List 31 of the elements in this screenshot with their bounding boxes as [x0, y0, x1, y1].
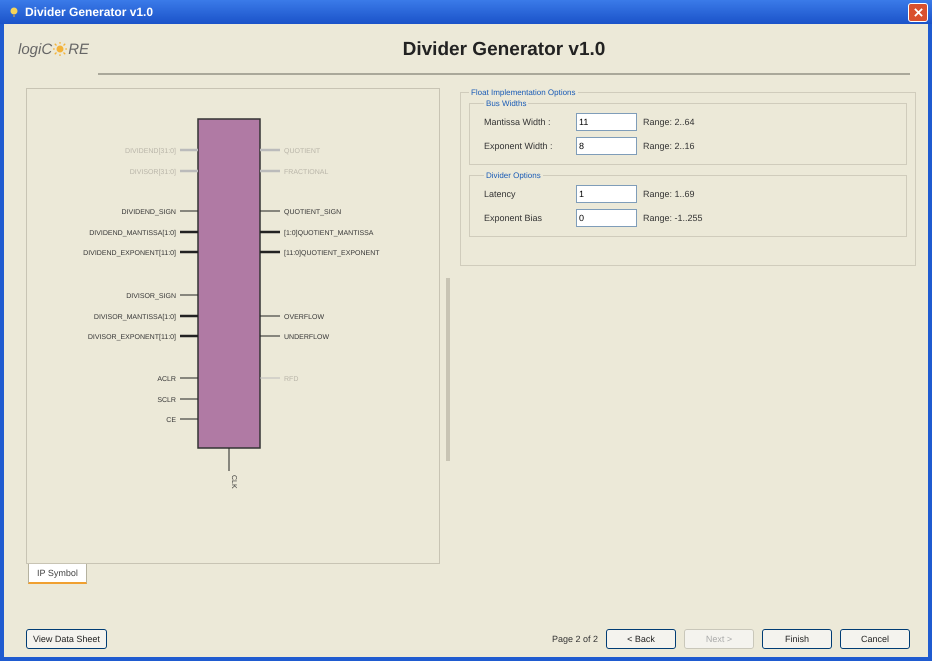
range-text: Range: 2..16 [643, 141, 695, 151]
pin-line [228, 448, 230, 472]
page-title: Divider Generator v1.0 [98, 39, 910, 75]
field-label: Exponent Width : [484, 141, 554, 151]
logo-text: RE [68, 40, 90, 58]
window-title: Divider Generator v1.0 [25, 5, 154, 19]
field-label: Mantissa Width : [484, 117, 552, 127]
group-title: Float Implementation Options [470, 88, 576, 97]
wizard-button[interactable]: Cancel [840, 629, 910, 649]
close-icon [914, 8, 922, 16]
group-title: Bus Widths [485, 99, 528, 108]
wizard-button[interactable]: Finish [762, 629, 832, 649]
field-label: Exponent Bias [484, 213, 544, 223]
logo-text: logiC [18, 40, 52, 58]
input-field[interactable]: 1 [576, 185, 637, 203]
input-field[interactable]: 0 [576, 209, 637, 227]
wizard-button[interactable]: < Back [606, 629, 676, 649]
field-label: Latency [484, 189, 517, 199]
page-indicator: Page 2 of 2 [552, 634, 598, 644]
input-field[interactable]: 8 [576, 137, 637, 155]
group-title: Divider Options [485, 171, 542, 180]
close-button[interactable] [908, 2, 928, 22]
datasheet-button[interactable]: View Data Sheet [26, 629, 107, 649]
range-text: Range: -1..255 [643, 213, 703, 223]
app-icon [8, 6, 20, 18]
tab[interactable]: IP Symbol [28, 564, 87, 584]
range-text: Range: 1..69 [643, 189, 695, 199]
range-text: Range: 2..64 [643, 117, 695, 127]
input-field[interactable]: 11 [576, 113, 637, 131]
sun-icon [53, 42, 68, 56]
splitter-handle[interactable] [446, 278, 450, 461]
